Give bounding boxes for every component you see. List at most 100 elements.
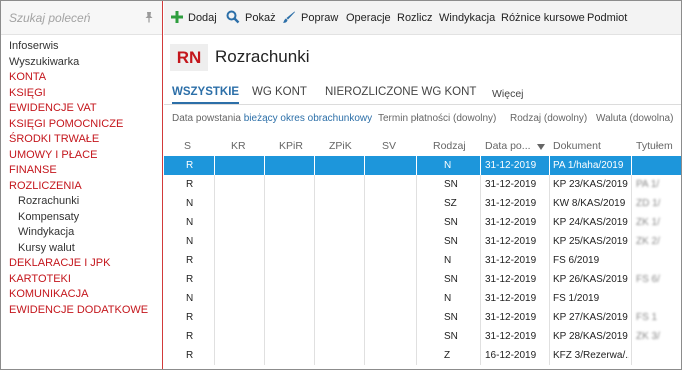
show-button[interactable]: Pokaż xyxy=(245,10,276,26)
cell-document: KP 26/KAS/2019 xyxy=(553,274,628,285)
column-separator xyxy=(214,194,215,213)
cell-title: ZK 1/ xyxy=(636,217,660,228)
sidebar-item[interactable]: KARTOTEKI xyxy=(1,272,162,288)
column-separator xyxy=(480,175,481,194)
col-kpir[interactable]: KPiR xyxy=(279,140,303,152)
settle-button[interactable]: Rozlicz xyxy=(397,10,432,26)
column-separator xyxy=(480,289,481,308)
col-s[interactable]: S xyxy=(184,140,191,152)
cell-title: ZK 2/ xyxy=(636,236,660,247)
sidebar-item[interactable]: Rozrachunki xyxy=(1,194,162,210)
table-row[interactable]: N N 31-12-2019 FS 1/2019 xyxy=(164,289,681,308)
column-separator xyxy=(549,194,550,213)
col-kr[interactable]: KR xyxy=(231,140,246,152)
column-separator xyxy=(364,308,365,327)
col-sv[interactable]: SV xyxy=(382,140,396,152)
sidebar-item[interactable]: FINANSE xyxy=(1,163,162,179)
cell-rodzaj: SN xyxy=(444,217,458,228)
cell-date: 31-12-2019 xyxy=(485,312,537,323)
column-separator xyxy=(631,156,632,175)
sidebar-item[interactable]: Windykacja xyxy=(1,225,162,241)
collection-button[interactable]: Windykacja xyxy=(439,10,495,26)
command-search-input[interactable] xyxy=(9,10,137,26)
cell-title: FS 6/ xyxy=(636,274,660,285)
edit-button[interactable]: Popraw xyxy=(301,10,338,26)
filter-type[interactable]: Rodzaj (dowolny) xyxy=(510,113,587,124)
column-separator xyxy=(631,289,632,308)
cell-rodzaj: N xyxy=(444,255,452,266)
sidebar-item[interactable]: Wyszukiwarka xyxy=(1,55,162,71)
column-separator xyxy=(480,327,481,346)
column-separator xyxy=(416,175,417,194)
cell-date: 31-12-2019 xyxy=(485,274,537,285)
tab-more[interactable]: Więcej xyxy=(492,88,524,106)
column-separator xyxy=(264,251,265,270)
sidebar-item[interactable]: DEKLARACJE I JPK xyxy=(1,256,162,272)
sidebar-item[interactable]: Kursy walut xyxy=(1,241,162,257)
column-separator xyxy=(314,175,315,194)
cell-rodzaj: SN xyxy=(444,236,458,247)
sidebar-item[interactable]: UMOWY I PŁACE xyxy=(1,148,162,164)
tab-all[interactable]: WSZYSTKIE xyxy=(172,86,240,104)
table-row[interactable]: N SN 31-12-2019 KP 25/KAS/2019 ZK 2/ xyxy=(164,232,681,251)
column-separator xyxy=(214,327,215,346)
column-separator xyxy=(264,270,265,289)
column-separator xyxy=(364,327,365,346)
cell-date: 31-12-2019 xyxy=(485,293,537,304)
table-row[interactable]: R SN 31-12-2019 KP 27/KAS/2019 FS 1 xyxy=(164,308,681,327)
sidebar-item[interactable]: Infoserwis xyxy=(1,39,162,55)
col-document[interactable]: Dokument xyxy=(553,140,601,152)
cell-rodzaj: SN xyxy=(444,274,458,285)
fx-differences-button[interactable]: Różnice kursowe xyxy=(501,10,585,26)
cell-s: R xyxy=(186,331,194,342)
column-separator xyxy=(416,251,417,270)
sidebar-item[interactable]: KSIĘGI POMOCNICZE xyxy=(1,117,162,133)
filter-currency[interactable]: Waluta (dowolna) xyxy=(596,113,673,124)
column-separator xyxy=(631,232,632,251)
sidebar-item[interactable]: KONTA xyxy=(1,70,162,86)
filter-created-value[interactable]: bieżący okres obrachunkowy xyxy=(244,113,372,124)
cell-date: 16-12-2019 xyxy=(485,350,537,361)
entity-button[interactable]: Podmiot xyxy=(587,10,627,26)
table-row[interactable]: R N 31-12-2019 FS 6/2019 xyxy=(164,251,681,270)
column-separator xyxy=(364,175,365,194)
sort-desc-icon[interactable] xyxy=(537,144,545,150)
column-separator xyxy=(631,175,632,194)
column-separator xyxy=(416,346,417,365)
col-date[interactable]: Data po... xyxy=(485,140,531,152)
table-row[interactable]: R N 31-12-2019 PA 1/haha/2019 xyxy=(164,156,681,175)
column-separator xyxy=(264,327,265,346)
table-row[interactable]: R SN 31-12-2019 KP 26/KAS/2019 FS 6/ xyxy=(164,270,681,289)
column-separator xyxy=(631,327,632,346)
column-separator xyxy=(314,251,315,270)
operations-menu[interactable]: Operacje xyxy=(346,10,391,26)
col-zpik[interactable]: ZPiK xyxy=(329,140,352,152)
add-button[interactable]: Dodaj xyxy=(188,10,217,26)
sidebar-item[interactable]: Kompensaty xyxy=(1,210,162,226)
table-row[interactable]: R SN 31-12-2019 KP 28/KAS/2019 ZK 3/ xyxy=(164,327,681,346)
sidebar-item[interactable]: EWIDENCJE DODATKOWE xyxy=(1,303,162,319)
pin-icon[interactable] xyxy=(143,11,155,23)
column-separator xyxy=(214,346,215,365)
filter-due-date[interactable]: Termin płatności (dowolny) xyxy=(378,113,496,124)
column-separator xyxy=(364,194,365,213)
filter-created-date[interactable]: Data powstania bieżący okres obrachunkow… xyxy=(172,113,372,124)
table-row[interactable]: N SZ 31-12-2019 KW 8/KAS/2019 ZD 1/ xyxy=(164,194,681,213)
settlements-table: R N 31-12-2019 PA 1/haha/2019 R SN 31-12-2019 K… xyxy=(164,156,681,369)
table-row[interactable]: R SN 31-12-2019 KP 23/KAS/2019 PA 1/ xyxy=(164,175,681,194)
column-separator xyxy=(364,213,365,232)
column-separator xyxy=(314,308,315,327)
col-rodzaj[interactable]: Rodzaj xyxy=(433,140,466,152)
cell-s: R xyxy=(186,179,194,190)
tab-by-account[interactable]: WG KONT xyxy=(252,86,307,104)
sidebar-item[interactable]: KSIĘGI xyxy=(1,86,162,102)
table-row[interactable]: N SN 31-12-2019 KP 24/KAS/2019 ZK 1/ xyxy=(164,213,681,232)
grid-header: S KR KPiR ZPiK SV Rodzaj Data po... Doku… xyxy=(164,137,681,156)
sidebar-item[interactable]: ŚRODKI TRWAŁE xyxy=(1,132,162,148)
col-title[interactable]: Tytułem xyxy=(636,140,673,152)
tab-unsettled-by-account[interactable]: NIEROZLICZONE WG KONT xyxy=(325,86,476,104)
sidebar-item[interactable]: ROZLICZENIA xyxy=(1,179,162,195)
table-row[interactable]: R Z 16-12-2019 KFZ 3/Rezerwa/... xyxy=(164,346,681,365)
sidebar-item[interactable]: EWIDENCJE VAT xyxy=(1,101,162,117)
sidebar-item[interactable]: KOMUNIKACJA xyxy=(1,287,162,303)
